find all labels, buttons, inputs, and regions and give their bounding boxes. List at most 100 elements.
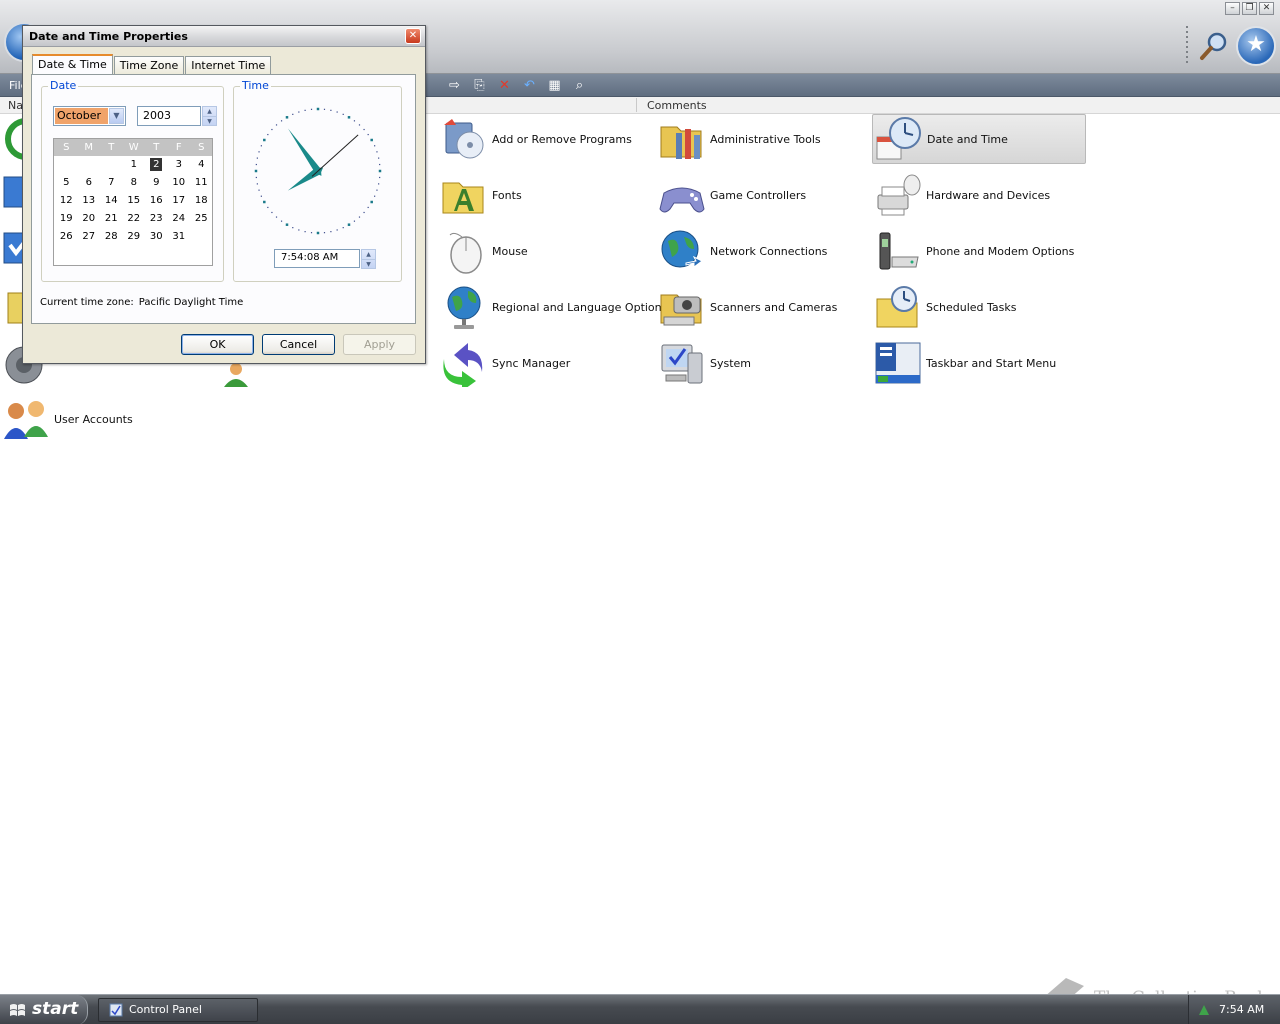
restore-button[interactable]: ❐	[1242, 2, 1257, 15]
search-icon[interactable]	[1198, 30, 1230, 62]
cp-item-sync-manager[interactable]: Sync Manager	[438, 338, 654, 388]
cp-item-hidden-2[interactable]	[0, 170, 45, 220]
cp-item-scanners-and-cameras[interactable]: Scanners and Cameras	[656, 282, 872, 332]
column-divider[interactable]	[636, 98, 637, 112]
taskbar-button-control-panel[interactable]: Control Panel	[98, 998, 258, 1022]
calendar-day[interactable]: 13	[78, 192, 101, 210]
clock-hour-mark	[347, 116, 351, 119]
spin-up-icon[interactable]: ▲	[362, 250, 375, 259]
cp-item-fonts[interactable]: Fonts	[438, 170, 654, 220]
spin-down-icon[interactable]: ▼	[362, 259, 375, 268]
calendar-day[interactable]: 30	[145, 228, 168, 246]
calendar-day[interactable]: 15	[123, 192, 146, 210]
calendar-day[interactable]: 3	[168, 156, 191, 174]
spin-up-icon[interactable]: ▲	[203, 107, 216, 116]
apply-button[interactable]: Apply	[343, 334, 416, 355]
cp-item-hidden-1[interactable]	[0, 114, 47, 164]
calendar-day[interactable]: 22	[123, 210, 146, 228]
clock-hour-mark	[254, 169, 258, 173]
calendar-day[interactable]: 25	[190, 210, 213, 228]
cp-item-date-and-time[interactable]: Date and Time	[872, 114, 1086, 164]
clock-minute-mark	[367, 133, 369, 136]
column-comments[interactable]: Comments	[647, 99, 707, 112]
weekday-header: W	[128, 142, 139, 153]
delete-icon[interactable]: ✕	[496, 77, 513, 94]
calendar-day[interactable]: 2	[145, 156, 168, 174]
calendar-day[interactable]: 23	[145, 210, 168, 228]
weekday-header: T	[108, 142, 115, 153]
tab-internet-time[interactable]: Internet Time	[185, 56, 272, 75]
calendar-day[interactable]: 7	[100, 174, 123, 192]
cp-item-administrative-tools[interactable]: Administrative Tools	[656, 114, 872, 164]
ok-button[interactable]: OK	[181, 334, 254, 355]
views-icon[interactable]: ▦	[546, 77, 563, 94]
cp-item-network-connections[interactable]: Network Connections	[656, 226, 872, 276]
tray-clock[interactable]: 7:54 AM	[1219, 1003, 1264, 1016]
time-spinner[interactable]: ▲ ▼	[361, 249, 376, 269]
cp-item-scheduled-tasks[interactable]: Scheduled Tasks	[872, 282, 1088, 332]
calendar-day[interactable]: 5	[55, 174, 78, 192]
cp-item-label: System	[710, 356, 752, 370]
clock-minute-hand	[288, 128, 322, 176]
move-to-icon[interactable]: ⇨	[446, 77, 463, 94]
chevron-down-icon[interactable]: ▼	[109, 108, 124, 124]
calendar-day[interactable]: 6	[78, 174, 101, 192]
calendar-day[interactable]: 26	[55, 228, 78, 246]
cp-item-mouse[interactable]: Mouse	[438, 226, 654, 276]
clock-minute-mark	[376, 189, 378, 191]
calendar-day[interactable]: 8	[123, 174, 146, 192]
calendar-day[interactable]: 11	[190, 174, 213, 192]
cp-item-add-remove-programs[interactable]: Add or Remove Programs	[438, 114, 654, 164]
dialog-title-bar[interactable]: Date and Time Properties ✕	[23, 26, 425, 47]
calendar-day[interactable]: 24	[168, 210, 191, 228]
clock-minute-mark	[378, 183, 380, 185]
year-field[interactable]: 2003	[137, 106, 201, 126]
cp-item-label: Mouse	[492, 244, 528, 258]
close-window-button[interactable]: ✕	[1259, 2, 1274, 15]
cp-item-user-accounts[interactable]: User Accounts	[0, 394, 216, 444]
calendar-day[interactable]: 9	[145, 174, 168, 192]
cp-item-phone-and-modem[interactable]: Phone and Modem Options	[872, 226, 1088, 276]
calendar-day[interactable]: 14	[100, 192, 123, 210]
cp-item-hardware-and-devices[interactable]: Hardware and Devices	[872, 170, 1088, 220]
tab-time-zone[interactable]: Time Zone	[113, 56, 185, 75]
spin-down-icon[interactable]: ▼	[203, 116, 216, 125]
year-spinner[interactable]: ▲ ▼	[202, 106, 217, 126]
cancel-button[interactable]: Cancel	[262, 334, 335, 355]
tab-date-time[interactable]: Date & Time	[32, 54, 113, 75]
minimize-button[interactable]: –	[1225, 2, 1240, 15]
cp-item-label: Date and Time	[927, 132, 1008, 146]
calendar-day[interactable]: 28	[100, 228, 123, 246]
start-button[interactable]: start	[0, 995, 88, 1024]
calendar-day[interactable]: 29	[123, 228, 146, 246]
calendar-day[interactable]: 4	[190, 156, 213, 174]
clock-hour-mark	[316, 231, 320, 235]
calendar-day[interactable]: 20	[78, 210, 101, 228]
time-field[interactable]: 7:54:08 AM	[274, 249, 360, 268]
calendar-day[interactable]: 27	[78, 228, 101, 246]
search-options-icon[interactable]: ⌕	[571, 77, 588, 94]
calendar-day[interactable]: 17	[168, 192, 191, 210]
favorites-star-icon[interactable]: ★	[1236, 26, 1276, 66]
month-dropdown[interactable]: October ▼	[53, 106, 126, 126]
calendar-day[interactable]: 16	[145, 192, 168, 210]
cp-item-hidden-4[interactable]	[0, 282, 25, 332]
dialog-close-icon[interactable]: ✕	[405, 28, 421, 44]
cp-item-system[interactable]: System	[656, 338, 872, 388]
calendar-day[interactable]: 12	[55, 192, 78, 210]
network-tray-icon[interactable]	[1197, 1003, 1211, 1017]
calendar-day[interactable]: 1	[123, 156, 146, 174]
cp-item-taskbar-and-start-menu[interactable]: Taskbar and Start Menu	[872, 338, 1088, 388]
clock-minute-mark	[292, 227, 294, 229]
cp-item-regional-and-language[interactable]: Regional and Language Options	[438, 282, 667, 332]
calendar-day[interactable]: 19	[55, 210, 78, 228]
calendar-day[interactable]: 18	[190, 192, 213, 210]
calendar-day[interactable]: 31	[168, 228, 191, 246]
cp-item-game-controllers[interactable]: Game Controllers	[656, 170, 872, 220]
copy-to-icon[interactable]: ⎘	[471, 77, 488, 94]
calendar-day[interactable]: 21	[100, 210, 123, 228]
cp-item-hidden-3[interactable]	[0, 226, 45, 276]
undo-icon[interactable]: ↶	[521, 77, 538, 94]
clock-minute-mark	[304, 231, 306, 233]
calendar-day[interactable]: 10	[168, 174, 191, 192]
